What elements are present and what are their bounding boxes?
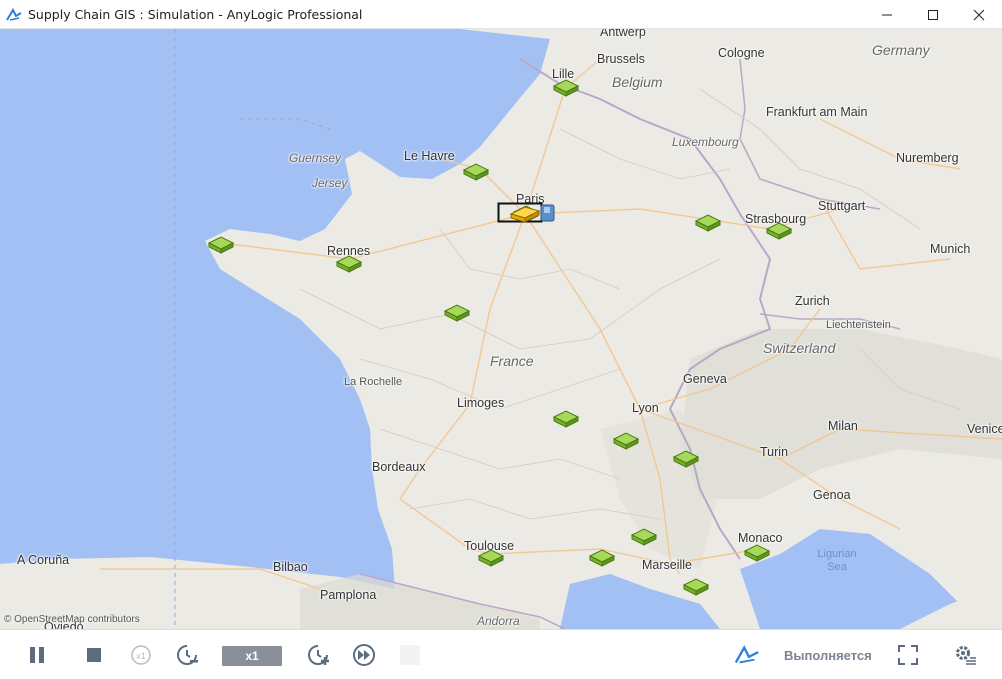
fullscreen-button[interactable] [895, 642, 921, 668]
city-label-venice: Venice [967, 422, 1002, 436]
window-title: Supply Chain GIS : Simulation - AnyLogic… [28, 7, 363, 22]
city-label-a-coruna: A Coruña [17, 553, 70, 567]
country-label-switzerland: Switzerland [763, 340, 836, 356]
warehouse-icon[interactable] [743, 542, 771, 562]
sea-label-ligurian: Ligurian Sea [817, 548, 857, 573]
country-label-france: France [490, 353, 534, 369]
warehouse-icon[interactable] [682, 576, 710, 596]
anylogic-logo-icon [6, 7, 22, 21]
minimize-button[interactable] [864, 0, 910, 29]
region-label-andorra: Andorra [477, 614, 520, 628]
region-label-guernsey: Guernsey [289, 151, 342, 165]
stop-icon [87, 648, 101, 662]
map-credit: © OpenStreetMap contributors [4, 614, 140, 625]
city-label-turin: Turin [760, 445, 789, 459]
svg-text:x1: x1 [136, 651, 146, 661]
maximize-icon [928, 9, 938, 20]
warehouse-icon[interactable] [335, 253, 363, 273]
title-bar: Supply Chain GIS : Simulation - AnyLogic… [0, 0, 1002, 29]
city-label-munich: Munich [930, 242, 971, 256]
speed-x1-icon: x1 [131, 645, 151, 665]
warehouse-icon[interactable] [552, 408, 580, 428]
region-label-liechtenstein: Liechtenstein [826, 319, 891, 331]
fast-forward-icon [353, 644, 375, 666]
pause-button[interactable] [24, 642, 50, 668]
city-label-genoa: Genoa [813, 488, 851, 502]
region-label-luxembourg: Luxembourg [672, 135, 739, 149]
speed-up-icon [308, 645, 329, 665]
simulation-toolbar: x1 x1 Выполняется [0, 629, 1002, 679]
run-fast-button[interactable] [351, 642, 377, 668]
city-label-zurich: Zurich [795, 294, 830, 308]
city-label-lyon: Lyon [632, 401, 659, 415]
warehouse-icon[interactable] [672, 448, 700, 468]
pause-icon [30, 647, 44, 663]
fullscreen-icon [898, 645, 918, 665]
city-label-le-havre: Le Havre [404, 149, 455, 163]
settings-button[interactable] [952, 642, 978, 668]
city-label-marseille: Marseille [642, 558, 693, 572]
city-label-nuremberg: Nuremberg [896, 151, 959, 165]
speed-up-button[interactable] [305, 642, 331, 668]
gis-map[interactable]: Antwerp Cologne Germany Brussels Belgium… [0, 29, 1002, 629]
reset-speed-button[interactable]: x1 [128, 642, 154, 668]
country-label-germany: Germany [872, 42, 930, 58]
warehouse-icon[interactable] [552, 77, 580, 97]
anylogic-logo-icon [734, 645, 759, 664]
warehouse-icon[interactable] [462, 161, 490, 181]
city-label-geneva: Geneva [683, 372, 727, 386]
city-label-bordeaux: Bordeaux [372, 460, 426, 474]
city-label-frankfurt: Frankfurt am Main [766, 105, 868, 119]
slow-down-icon [177, 645, 198, 665]
warehouse-icon[interactable] [207, 234, 235, 254]
city-label-limoges: Limoges [457, 396, 505, 410]
gear-icon [956, 646, 976, 665]
simulation-status: Выполняется [784, 648, 872, 663]
city-label-stuttgart: Stuttgart [818, 199, 866, 213]
warehouse-icon[interactable] [477, 547, 505, 567]
stop-button[interactable] [81, 642, 107, 668]
city-label-pamplona: Pamplona [320, 588, 377, 602]
warehouse-icon[interactable] [612, 430, 640, 450]
truck-icon[interactable] [497, 201, 559, 225]
warehouse-icon[interactable] [694, 212, 722, 232]
minimize-icon [882, 14, 892, 15]
step-button[interactable] [397, 642, 423, 668]
country-label-belgium: Belgium [612, 74, 663, 90]
city-label-brussels: Brussels [597, 52, 645, 66]
city-label-la-rochelle: La Rochelle [344, 376, 403, 388]
close-button[interactable] [956, 0, 1002, 29]
maximize-button[interactable] [910, 0, 956, 29]
close-icon [973, 9, 985, 20]
anylogic-logo-button[interactable] [734, 642, 760, 668]
warehouse-icon[interactable] [588, 547, 616, 567]
step-icon [400, 645, 420, 665]
slow-down-button[interactable] [174, 642, 200, 668]
warehouse-icon[interactable] [630, 526, 658, 546]
city-label-bilbao: Bilbao [273, 560, 308, 574]
region-label-jersey: Jersey [312, 176, 348, 190]
warehouse-icon[interactable] [765, 220, 793, 240]
speed-display: x1 [222, 646, 282, 666]
city-label-cologne: Cologne [718, 46, 765, 60]
city-label-antwerp: Antwerp [600, 29, 646, 39]
city-label-milan: Milan [828, 419, 858, 433]
warehouse-icon[interactable] [443, 302, 471, 322]
